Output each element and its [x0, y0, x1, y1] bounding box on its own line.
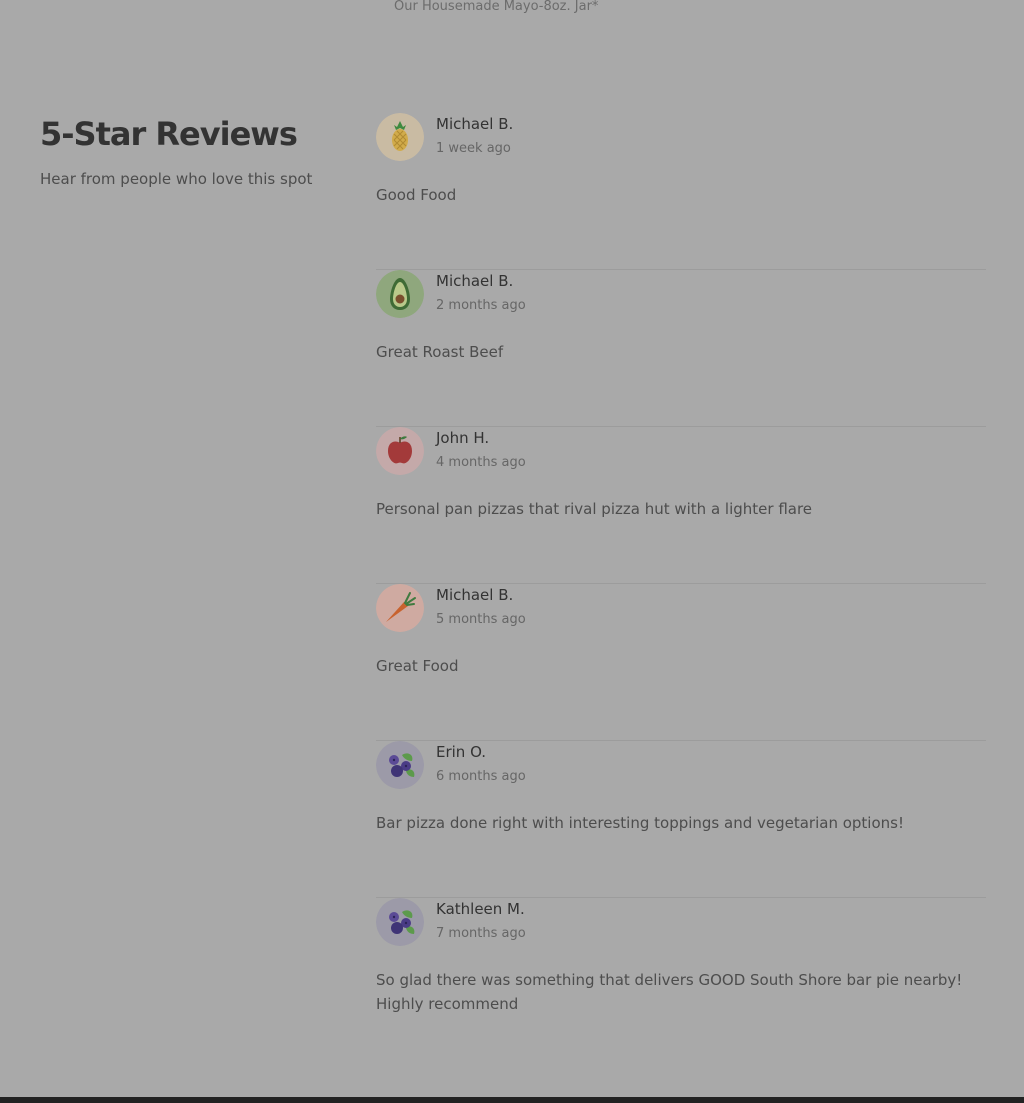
review-time: 5 months ago: [436, 612, 526, 627]
carrot-icon: [376, 584, 424, 632]
review-time: 2 months ago: [436, 298, 526, 313]
review-item: John H. 4 months ago Personal pan pizzas…: [376, 427, 986, 584]
review-item: Michael B. 2 months ago Great Roast Beef: [376, 270, 986, 427]
avatar: [376, 741, 424, 789]
review-time: 7 months ago: [436, 926, 526, 941]
review-item: Kathleen M. 7 months ago So glad there w…: [376, 898, 986, 1055]
avatar: [376, 270, 424, 318]
review-item: Erin O. 6 months ago Bar pizza done righ…: [376, 741, 986, 898]
review-time: 6 months ago: [436, 769, 526, 784]
review-text: Bar pizza done right with interesting to…: [376, 814, 904, 832]
reviews-list: Michael B. 1 week ago Good Food Michael …: [376, 113, 986, 1055]
reviewer-name: Michael B.: [436, 115, 514, 133]
reviews-intro: 5-Star Reviews Hear from people who love…: [40, 114, 340, 188]
review-text: Great Food: [376, 657, 459, 675]
review-text: Great Roast Beef: [376, 343, 504, 361]
avatar: [376, 113, 424, 161]
avocado-icon: [376, 270, 424, 318]
footer-bar: [0, 1097, 1024, 1103]
menu-item-caption[interactable]: Our Housemade Mayo-8oz. Jar*: [394, 0, 598, 14]
reviewer-name: Kathleen M.: [436, 900, 525, 918]
review-item: Michael B. 5 months ago Great Food: [376, 584, 986, 741]
review-text: Good Food: [376, 186, 457, 204]
avatar: [376, 427, 424, 475]
review-time: 4 months ago: [436, 455, 526, 470]
apple-icon: [376, 427, 424, 475]
avatar: [376, 898, 424, 946]
reviewer-name: John H.: [436, 429, 490, 447]
reviewer-name: Michael B.: [436, 586, 514, 604]
pineapple-icon: [376, 113, 424, 161]
reviewer-name: Erin O.: [436, 743, 487, 761]
reviews-subtitle: Hear from people who love this spot: [40, 170, 313, 188]
review-item: Michael B. 1 week ago Good Food: [376, 113, 986, 270]
review-text: So glad there was something that deliver…: [376, 971, 963, 1013]
review-time: 1 week ago: [436, 141, 511, 156]
blueberry-icon: [376, 741, 424, 789]
blueberry-icon: [376, 898, 424, 946]
review-text: Personal pan pizzas that rival pizza hut…: [376, 500, 813, 518]
avatar: [376, 584, 424, 632]
reviewer-name: Michael B.: [436, 272, 514, 290]
reviews-title: 5-Star Reviews: [40, 115, 298, 153]
